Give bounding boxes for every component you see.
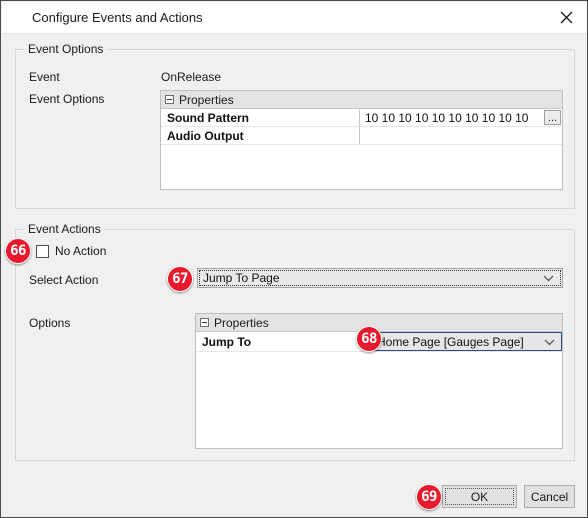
property-value[interactable]: 10 10 10 10 10 10 10 10 10 10 ... [360,109,562,126]
cancel-button[interactable]: Cancel [524,485,575,508]
property-grid-header[interactable]: Properties [196,314,562,332]
jump-to-value: Home Page [Gauges Page] [377,334,524,349]
table-row[interactable]: Audio Output [161,127,562,145]
property-grid-empty-area [161,145,562,189]
event-label: Event [29,70,60,84]
property-grid-empty-area [196,352,562,448]
ok-button[interactable]: OK [442,485,517,508]
annotation-badge-66: 66 [5,238,31,264]
table-row[interactable]: Sound Pattern 10 10 10 10 10 10 10 10 10… [161,109,562,127]
collapse-icon[interactable] [200,318,209,327]
event-value: OnRelease [161,70,222,84]
page-title: Configure Events and Actions [32,10,203,25]
title-bar: Configure Events and Actions [2,2,587,34]
event-actions-group-title: Event Actions [24,222,105,236]
annotation-badge-68: 68 [356,326,382,352]
property-name: Sound Pattern [161,109,360,126]
property-grid-header-label: Properties [214,315,269,330]
ok-button-label: OK [470,489,489,504]
no-action-label: No Action [55,244,107,258]
chevron-down-icon[interactable] [543,269,554,287]
select-action-dropdown[interactable]: Jump To Page [197,268,563,288]
property-grid-header-label: Properties [179,92,234,107]
property-value[interactable] [360,127,562,144]
event-options-property-grid[interactable]: Properties Sound Pattern 10 10 10 10 10 … [160,90,563,190]
property-name: Audio Output [161,127,360,144]
cancel-button-label: Cancel [530,489,569,504]
options-label: Options [29,316,71,330]
close-icon[interactable] [544,2,587,33]
no-action-checkbox[interactable]: No Action [36,244,106,258]
chevron-down-icon[interactable] [544,335,555,349]
configure-events-and-actions-dialog: Configure Events and Actions Event Optio… [0,0,588,518]
property-grid-header[interactable]: Properties [161,91,562,109]
property-name: Jump To [202,334,252,349]
select-action-value: Jump To Page [199,270,561,286]
sound-pattern-ellipsis-button[interactable]: ... [544,110,561,125]
select-action-label: Select Action [29,273,99,287]
property-value-text: 10 10 10 10 10 10 10 10 10 10 [365,110,529,125]
annotation-badge-69: 69 [416,484,442,510]
collapse-icon[interactable] [165,95,174,104]
event-options-group-title: Event Options [24,42,108,56]
property-value[interactable]: Home Page [Gauges Page] [372,332,562,351]
checkbox-box[interactable] [36,244,49,258]
jump-to-dropdown[interactable]: Home Page [Gauges Page] [372,332,562,351]
annotation-badge-67: 67 [167,266,193,292]
event-options-label: Event Options [29,92,105,106]
